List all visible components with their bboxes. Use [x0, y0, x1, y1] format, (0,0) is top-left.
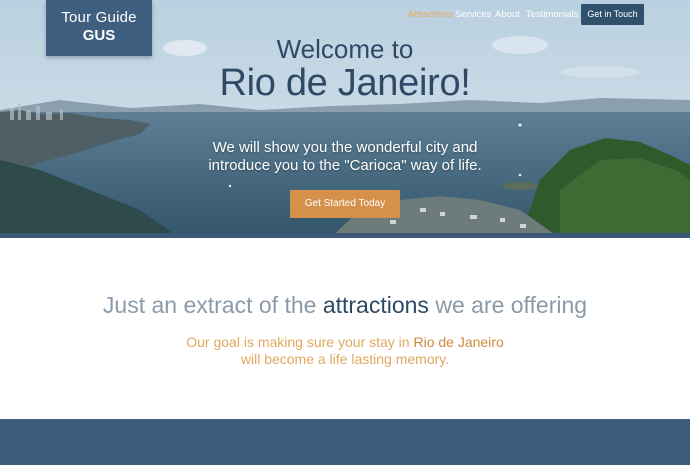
- section-title-post: we are offering: [435, 292, 588, 318]
- hero-title: Rio de Janeiro!: [219, 62, 471, 104]
- hero-tagline-line-1: We will show you the wonderful city and: [212, 139, 478, 156]
- get-in-touch-button[interactable]: Get in Touch: [581, 4, 644, 25]
- section-title-highlight: attractions: [322, 292, 429, 318]
- section-title: Just an extract of the attractions we ar…: [0, 292, 690, 319]
- hero-tagline-line-2: introduce you to the "Carioca" way of li…: [208, 157, 482, 174]
- hero-tagline: We will show you the wonderful city and …: [0, 139, 690, 175]
- hero-bottom-border: [0, 233, 690, 238]
- section-subtitle: Our goal is making sure your stay in Rio…: [0, 334, 690, 368]
- section-sub-line-2: will become a life lasting memory.: [240, 351, 450, 367]
- section-sub-pre: Our goal is making sure your stay in: [186, 334, 410, 350]
- nav-item-testimonials[interactable]: Testimonials: [526, 9, 578, 20]
- hero-welcome: Welcome to: [276, 34, 414, 64]
- nav-item-attractions[interactable]: Attractions: [408, 9, 453, 20]
- footer-band: [0, 419, 690, 465]
- get-started-button[interactable]: Get Started Today: [290, 190, 400, 218]
- nav-item-services[interactable]: Services: [455, 9, 491, 20]
- section-sub-highlight: Rio de Janeiro: [413, 334, 504, 350]
- nav-item-about[interactable]: About: [495, 9, 520, 20]
- section-title-pre: Just an extract of the: [102, 292, 317, 318]
